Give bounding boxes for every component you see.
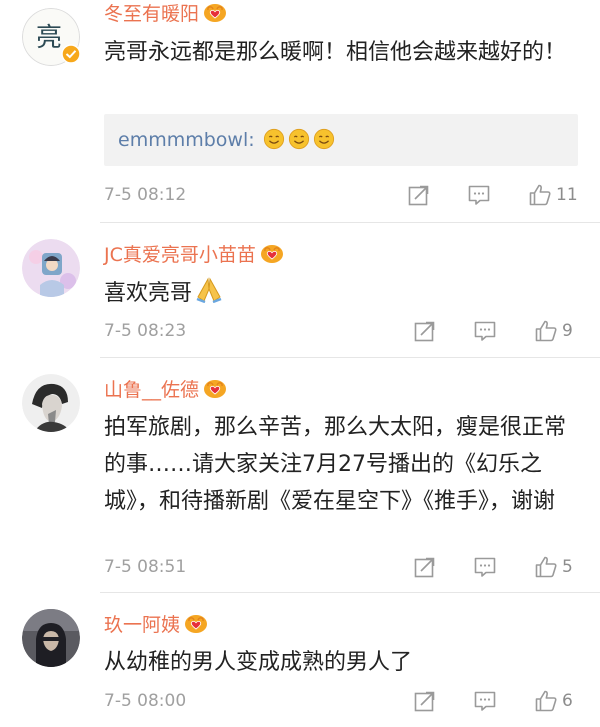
comment-icon [473,555,497,579]
comment-button[interactable] [467,182,491,208]
comment-time: 7-5 08:00 [104,691,187,711]
smile-emoji [263,128,285,157]
share-icon [407,183,431,207]
username-label[interactable]: 玖一阿姨 [104,614,180,636]
avatar-glyph: 亮 [36,23,62,53]
like-icon [534,555,558,579]
like-button[interactable]: 6 [534,688,573,714]
like-icon [534,689,558,713]
vip-badge-icon [203,3,227,29]
like-button[interactable]: 9 [534,318,573,344]
username-label[interactable]: JC真爱亮哥小苗苗 [104,244,256,266]
comment-text: 亮哥永远都是那么暖啊！相信他会越来越好的！ [104,40,567,65]
comment-text: 拍军旅剧，那么辛苦，那么大太阳，瘦是很正常的事……请大家关注7月27号播出的《幻… [104,415,567,514]
avatar[interactable] [22,239,80,297]
comment-text: 喜欢亮哥 [104,275,574,315]
comment-button[interactable] [473,554,497,580]
pray-emoji [194,277,224,315]
smile-emoji [288,128,310,157]
share-icon [413,555,437,579]
like-count: 5 [562,557,573,577]
smile-emoji [313,128,335,157]
share-button[interactable] [413,318,437,344]
vip-badge-icon [184,614,208,640]
like-count: 6 [562,691,573,711]
comment-icon [467,183,491,207]
comment-item: 玖一阿姨 从幼稚的男人变成成熟的男人了 7-5 08:00 6 [0,593,600,727]
like-button[interactable]: 11 [528,182,578,208]
comment-text-body: 喜欢亮哥 [104,281,193,306]
share-button[interactable] [413,554,437,580]
username-label[interactable]: 冬至有暖阳 [104,3,199,25]
share-button[interactable] [413,688,437,714]
like-icon [528,183,552,207]
avatar[interactable] [22,374,80,432]
comment-icon [473,689,497,713]
vip-badge-icon [203,379,227,405]
share-icon [413,689,437,713]
comment-time: 7-5 08:23 [104,321,187,341]
comment-icon [473,319,497,343]
comment-text: 从幼稚的男人变成成熟的男人了 [104,650,413,675]
like-button[interactable]: 5 [534,554,573,580]
username-label[interactable]: 山鲁__佐德 [104,379,199,401]
comment-time: 7-5 08:12 [104,185,187,205]
like-icon [534,319,558,343]
username[interactable]: 玖一阿姨 [104,613,208,640]
share-button[interactable] [407,182,431,208]
avatar[interactable] [22,609,80,667]
verified-badge-icon [61,44,81,64]
like-count: 11 [556,185,578,205]
comment-item: 山鲁__佐德 拍军旅剧，那么辛苦，那么大太阳，瘦是很正常的事……请大家关注7月2… [0,358,600,592]
username[interactable]: 山鲁__佐德 [104,378,227,405]
reply-author[interactable]: emmmmbowl: [118,129,255,151]
comment-item: JC真爱亮哥小苗苗 喜欢亮哥 7-5 08:23 9 [0,223,600,357]
vip-badge-icon [260,244,284,270]
comment-button[interactable] [473,318,497,344]
like-count: 9 [562,321,573,341]
username[interactable]: 冬至有暖阳 [104,2,227,29]
comment-time: 7-5 08:51 [104,557,187,577]
comment-button[interactable] [473,688,497,714]
username[interactable]: JC真爱亮哥小苗苗 [104,243,284,270]
comment-item: 亮 冬至有暖阳 亮哥永远都是那么暖啊！相信他会越来越好的！ emmmmbowl:… [0,0,600,222]
share-icon [413,319,437,343]
reply-preview[interactable]: emmmmbowl: [104,114,578,166]
